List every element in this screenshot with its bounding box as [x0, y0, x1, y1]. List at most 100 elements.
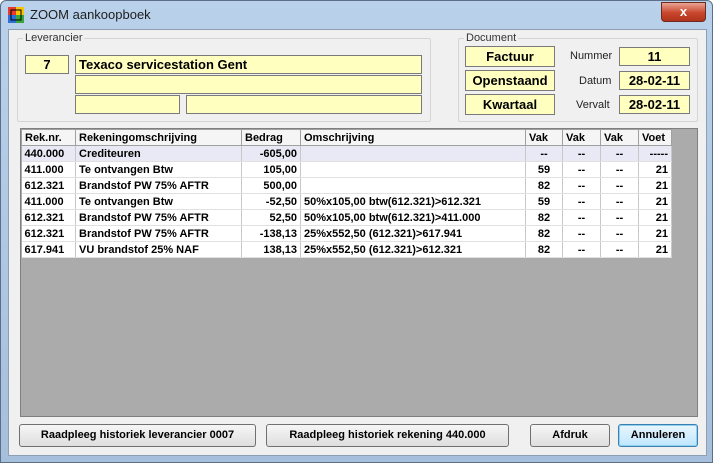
- cell-bedrag: -605,00: [241, 145, 301, 162]
- col-header-vak-1[interactable]: Vak: [525, 129, 563, 146]
- cell-voet: -----: [638, 145, 672, 162]
- table-row[interactable]: 440.000 Crediteuren -605,00 -- -- -- ---…: [21, 145, 672, 162]
- cell-vak-1: 59: [525, 193, 563, 210]
- cell-reknr: 612.321: [21, 225, 76, 242]
- cell-omschrijving: 25%x552,50 (612.321)>612.321: [300, 241, 526, 258]
- col-header-bedrag[interactable]: Bedrag: [241, 129, 301, 146]
- afdruk-button[interactable]: Afdruk: [530, 424, 610, 447]
- vervalt-label: Vervalt: [576, 99, 610, 111]
- cell-vak-1: 82: [525, 225, 563, 242]
- zoom-app-icon: [8, 7, 24, 23]
- cell-vak-1: 59: [525, 161, 563, 178]
- datum-field[interactable]: 28-02-11: [619, 71, 690, 90]
- cell-rekeningomschrijving: Brandstof PW 75% AFTR: [75, 225, 242, 242]
- col-header-voet[interactable]: Voet: [638, 129, 672, 146]
- table-row[interactable]: 411.000 Te ontvangen Btw -52,50 50%x105,…: [21, 193, 672, 210]
- table-row[interactable]: 617.941 VU brandstof 25% NAF 138,13 25%x…: [21, 241, 672, 258]
- table-row[interactable]: 411.000 Te ontvangen Btw 105,00 59 -- --…: [21, 161, 672, 178]
- cell-reknr: 612.321: [21, 209, 76, 226]
- cell-bedrag: 52,50: [241, 209, 301, 226]
- cell-rekeningomschrijving: Brandstof PW 75% AFTR: [75, 209, 242, 226]
- cell-vak-2: --: [562, 193, 601, 210]
- cell-bedrag: 138,13: [241, 241, 301, 258]
- nummer-field[interactable]: 11: [619, 47, 690, 66]
- cell-rekeningomschrijving: Te ontvangen Btw: [75, 193, 242, 210]
- cell-vak-2: --: [562, 209, 601, 226]
- leverancier-number-field[interactable]: 7: [25, 55, 69, 74]
- cell-omschrijving: [300, 161, 526, 178]
- table-row[interactable]: 612.321 Brandstof PW 75% AFTR -138,13 25…: [21, 225, 672, 242]
- cell-bedrag: 105,00: [241, 161, 301, 178]
- col-header-rekeningomschrijving[interactable]: Rekeningomschrijving: [75, 129, 242, 146]
- annuleren-button[interactable]: Annuleren: [618, 424, 698, 447]
- cell-vak-1: 82: [525, 177, 563, 194]
- cell-vak-3: --: [600, 145, 639, 162]
- booking-grid[interactable]: Rek.nr. Rekeningomschrijving Bedrag Omsc…: [20, 128, 698, 417]
- window-title: ZOOM aankoopboek: [30, 7, 151, 22]
- document-type-field[interactable]: Factuur: [465, 46, 555, 67]
- document-legend: Document: [466, 32, 517, 44]
- document-period-field[interactable]: Kwartaal: [465, 94, 555, 115]
- col-header-vak-2[interactable]: Vak: [562, 129, 601, 146]
- leverancier-city-field[interactable]: [186, 95, 422, 114]
- close-icon: x: [679, 4, 688, 19]
- cell-vak-3: --: [600, 241, 639, 258]
- cell-vak-1: 82: [525, 209, 563, 226]
- cell-vak-2: --: [562, 177, 601, 194]
- table-row[interactable]: 612.321 Brandstof PW 75% AFTR 52,50 50%x…: [21, 209, 672, 226]
- table-row[interactable]: 612.321 Brandstof PW 75% AFTR 500,00 82 …: [21, 177, 672, 194]
- app-window: ZOOM aankoopboek x Leverancier 7 Texaco …: [0, 0, 713, 463]
- cell-vak-3: --: [600, 177, 639, 194]
- cell-vak-1: 82: [525, 241, 563, 258]
- cell-omschrijving: 25%x552,50 (612.321)>617.941: [300, 225, 526, 242]
- cell-rekeningomschrijving: Te ontvangen Btw: [75, 161, 242, 178]
- cell-rekeningomschrijving: Brandstof PW 75% AFTR: [75, 177, 242, 194]
- cell-bedrag: 500,00: [241, 177, 301, 194]
- col-header-omschrijving[interactable]: Omschrijving: [300, 129, 526, 146]
- leverancier-legend: Leverancier: [25, 32, 83, 44]
- cell-vak-3: --: [600, 225, 639, 242]
- cell-omschrijving: 50%x105,00 btw(612.321)>411.000: [300, 209, 526, 226]
- cell-bedrag: -52,50: [241, 193, 301, 210]
- cell-vak-2: --: [562, 225, 601, 242]
- nummer-label: Nummer: [570, 50, 613, 62]
- historiek-leverancier-button[interactable]: Raadpleeg historiek leverancier 0007: [19, 424, 256, 447]
- col-header-vak-3[interactable]: Vak: [600, 129, 639, 146]
- cell-omschrijving: [300, 145, 526, 162]
- datum-label: Datum: [579, 75, 612, 87]
- leverancier-address-field[interactable]: [75, 75, 422, 94]
- cell-vak-3: --: [600, 193, 639, 210]
- cell-voet: 21: [638, 193, 672, 210]
- vervalt-field[interactable]: 28-02-11: [619, 95, 690, 114]
- cell-voet: 21: [638, 241, 672, 258]
- cell-reknr: 411.000: [21, 193, 76, 210]
- historiek-rekening-button[interactable]: Raadpleeg historiek rekening 440.000: [266, 424, 509, 447]
- cell-bedrag: -138,13: [241, 225, 301, 242]
- cell-vak-3: --: [600, 209, 639, 226]
- cell-reknr: 411.000: [21, 161, 76, 178]
- leverancier-postal-field[interactable]: [75, 95, 180, 114]
- client-area: Leverancier 7 Texaco servicestation Gent…: [8, 29, 707, 456]
- cell-omschrijving: 50%x105,00 btw(612.321)>612.321: [300, 193, 526, 210]
- cell-voet: 21: [638, 177, 672, 194]
- cell-voet: 21: [638, 209, 672, 226]
- cell-vak-2: --: [562, 145, 601, 162]
- cell-vak-1: --: [525, 145, 563, 162]
- col-header-reknr[interactable]: Rek.nr.: [21, 129, 76, 146]
- cell-voet: 21: [638, 161, 672, 178]
- cell-reknr: 612.321: [21, 177, 76, 194]
- title-bar[interactable]: ZOOM aankoopboek x: [1, 1, 712, 29]
- leverancier-name-field[interactable]: Texaco servicestation Gent: [75, 55, 422, 74]
- document-status-field[interactable]: Openstaand: [465, 70, 555, 91]
- cell-vak-3: --: [600, 161, 639, 178]
- table-header: Rek.nr. Rekeningomschrijving Bedrag Omsc…: [21, 129, 672, 146]
- cell-vak-2: --: [562, 241, 601, 258]
- cell-rekeningomschrijving: VU brandstof 25% NAF: [75, 241, 242, 258]
- cell-reknr: 440.000: [21, 145, 76, 162]
- booking-table: Rek.nr. Rekeningomschrijving Bedrag Omsc…: [21, 129, 672, 258]
- cell-rekeningomschrijving: Crediteuren: [75, 145, 242, 162]
- close-button[interactable]: x: [661, 2, 706, 22]
- cell-reknr: 617.941: [21, 241, 76, 258]
- cell-vak-2: --: [562, 161, 601, 178]
- cell-voet: 21: [638, 225, 672, 242]
